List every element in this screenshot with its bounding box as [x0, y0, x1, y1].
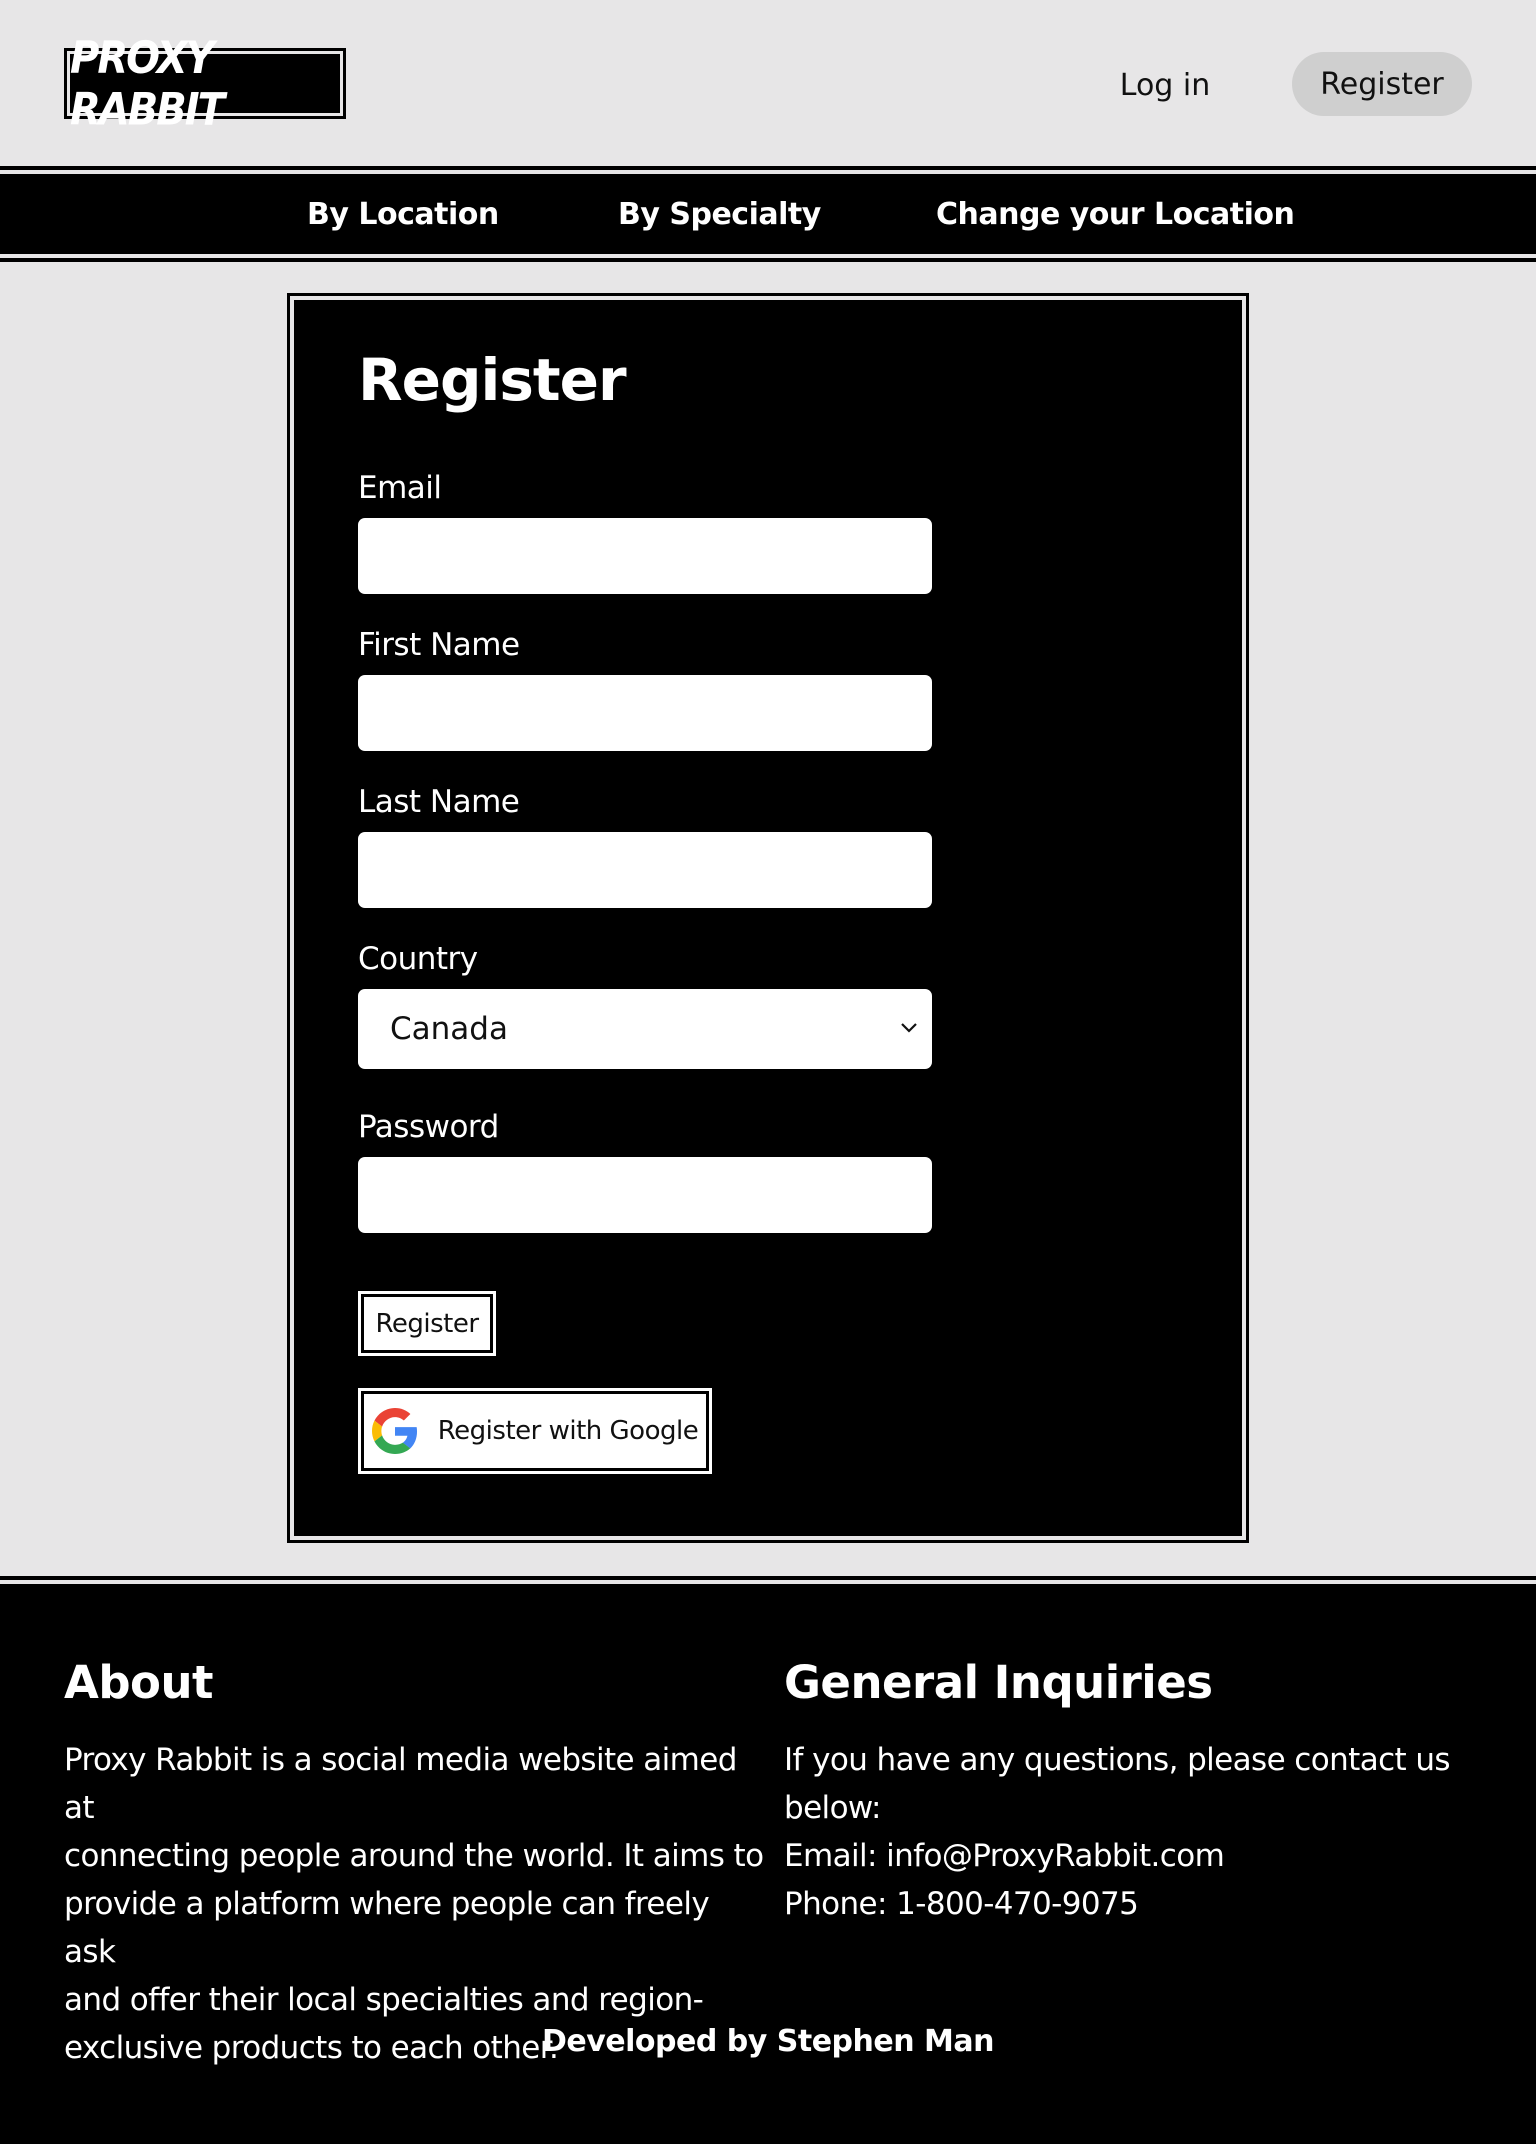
nav-item-by-location[interactable]: By Location — [307, 174, 499, 254]
about-line: and offer their local specialties and re… — [64, 1982, 704, 2018]
about-heading: About — [64, 1656, 214, 1709]
site-header: PROXY RABBIT Log in Register — [0, 0, 1536, 166]
nav-item-by-specialty[interactable]: By Specialty — [618, 174, 821, 254]
form-title: Register — [358, 346, 627, 414]
main-nav: By Location By Specialty Change your Loc… — [0, 166, 1536, 262]
inquiries-heading: General Inquiries — [784, 1656, 1213, 1709]
last-name-label: Last Name — [358, 784, 520, 820]
about-line: Proxy Rabbit is a social media website a… — [64, 1742, 737, 1826]
footer-divider — [0, 1576, 1536, 1580]
login-link[interactable]: Log in — [1110, 62, 1220, 108]
country-select[interactable]: Canada — [358, 989, 932, 1069]
about-text: Proxy Rabbit is a social media website a… — [64, 1736, 764, 2072]
register-submit-button[interactable]: Register — [358, 1291, 496, 1356]
register-with-google-button[interactable]: Register with Google — [358, 1388, 712, 1474]
register-form: Register Email First Name Last Name Coun… — [294, 300, 1242, 1536]
google-button-label: Register with Google — [437, 1416, 699, 1446]
chevron-down-icon — [901, 1023, 917, 1033]
email-field[interactable] — [358, 518, 932, 594]
site-footer: About Proxy Rabbit is a social media web… — [0, 1576, 1536, 2144]
logo-text: PROXY RABBIT — [70, 31, 225, 136]
nav-divider-bottom — [0, 258, 1536, 262]
google-g-icon — [371, 1408, 417, 1454]
nav-bar: By Location By Specialty Change your Loc… — [0, 174, 1536, 254]
about-line: connecting people around the world. It a… — [64, 1838, 764, 1874]
logo[interactable]: PROXY RABBIT — [64, 32, 346, 135]
email-label: Email — [358, 470, 442, 506]
register-card: Register Email First Name Last Name Coun… — [287, 293, 1249, 1543]
footer-body: About Proxy Rabbit is a social media web… — [0, 1584, 1536, 2144]
inquiries-intro: If you have any questions, please contac… — [784, 1742, 1451, 1826]
nav-item-change-location[interactable]: Change your Location — [936, 174, 1295, 254]
developer-credit: Developed by Stephen Man — [542, 2024, 995, 2059]
first-name-label: First Name — [358, 627, 520, 663]
nav-divider-top — [0, 166, 1536, 170]
inquiries-text: If you have any questions, please contac… — [784, 1736, 1504, 1928]
inquiries-email[interactable]: Email: info@ProxyRabbit.com — [784, 1832, 1504, 1880]
register-submit-label: Register — [364, 1297, 490, 1350]
logo-badge: PROXY RABBIT — [70, 32, 340, 135]
about-line: provide a platform where people can free… — [64, 1886, 710, 1970]
first-name-field[interactable] — [358, 675, 932, 751]
last-name-field[interactable] — [358, 832, 932, 908]
country-selected-value: Canada — [390, 1011, 508, 1047]
inquiries-phone[interactable]: Phone: 1-800-470-9075 — [784, 1880, 1504, 1928]
register-nav-button[interactable]: Register — [1292, 52, 1472, 116]
password-field[interactable] — [358, 1157, 932, 1233]
google-button-inner: Register with Google — [364, 1394, 706, 1468]
password-label: Password — [358, 1109, 499, 1145]
country-label: Country — [358, 941, 478, 977]
